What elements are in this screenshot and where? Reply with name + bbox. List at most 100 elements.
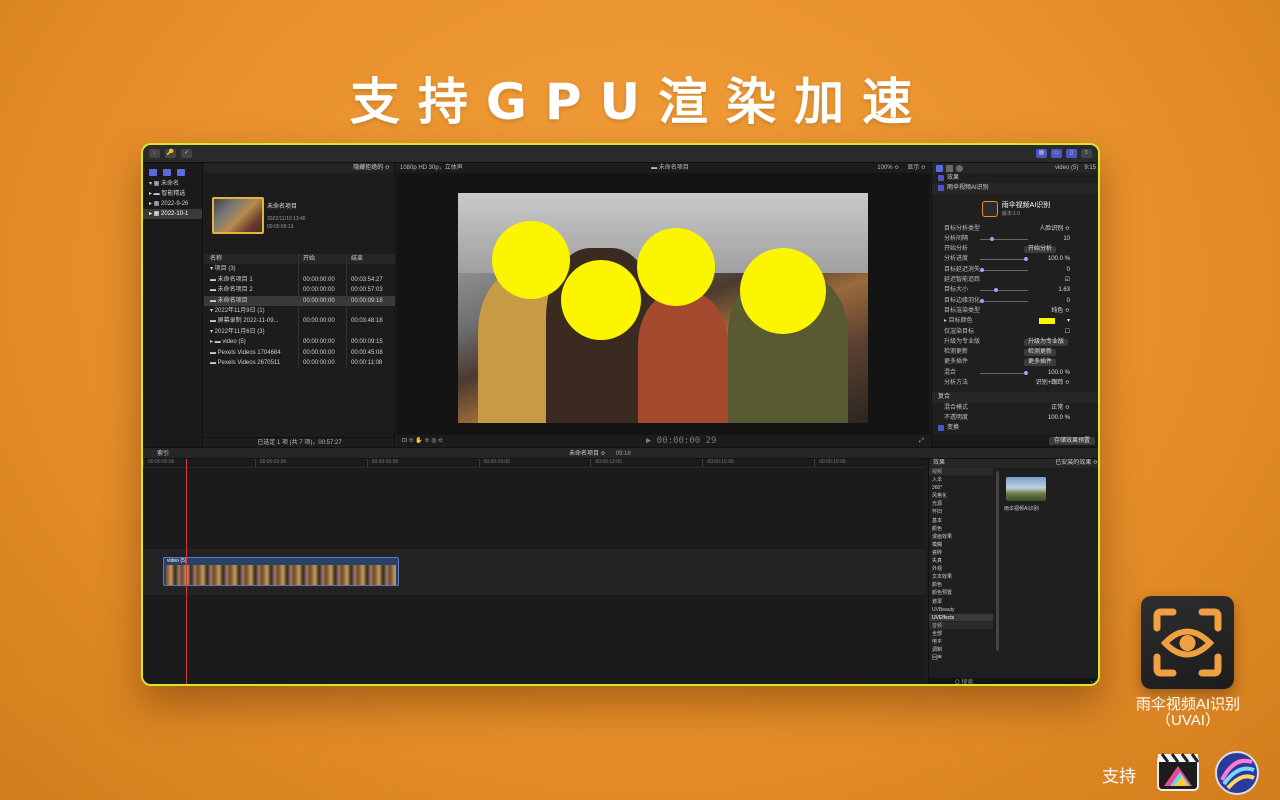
upgrade-pro-button[interactable]: 升级为专业版 — [1024, 338, 1069, 346]
timeline-ruler[interactable]: 00:00:00:00 00:00:03:00 00:00:06:00 00:0… — [143, 459, 926, 468]
list-row[interactable]: ▬ 未命名项目 00:00:00:00 00:00:09:18 — [204, 295, 395, 306]
layout-button-browser[interactable]: ▦ — [1036, 149, 1047, 158]
effect-thumbnail[interactable] — [1006, 477, 1046, 501]
param-row[interactable]: 仅渲染目标 ☐ — [932, 327, 1098, 337]
param-value[interactable]: 0 — [1067, 265, 1070, 275]
column-end[interactable]: 结束 — [346, 254, 395, 265]
effects-category-item[interactable]: 失真 — [929, 557, 993, 566]
param-value[interactable]: 识别+跟踪 ≎ — [1036, 378, 1070, 388]
effects-category-item[interactable]: 电平 — [929, 638, 993, 647]
timeline-project-popup[interactable]: 未命名项目 ≎ — [569, 448, 606, 458]
effects-category-item[interactable]: 文本效果 — [929, 573, 993, 582]
column-start[interactable]: 开始 — [298, 254, 346, 265]
filter-popup[interactable]: 隐藏拒绝的 ≎ — [204, 163, 394, 173]
effects-category-item[interactable]: 遮罩 — [929, 598, 993, 606]
effects-category-item[interactable]: 视频 — [929, 468, 993, 477]
list-row[interactable]: ▾ 项目 (3) — [204, 264, 395, 275]
param-value[interactable]: 0 — [1067, 296, 1070, 306]
composite-section[interactable]: 复合 — [932, 392, 1098, 403]
save-preset-button[interactable]: 存储效果预置 — [1048, 437, 1095, 445]
effects-category-item[interactable]: 360° — [929, 484, 993, 493]
param-row[interactable]: 目标延迟消失 0 — [932, 265, 1098, 275]
display-popup[interactable]: 显示 ≎ — [907, 163, 926, 173]
param-row[interactable]: 更多插件 更多插件 — [932, 357, 1098, 367]
background-tasks-button[interactable]: ✓ — [181, 149, 192, 158]
param-row[interactable]: 目标边缘羽化 0 — [932, 296, 1098, 306]
param-row[interactable]: 分析间隔 10 — [932, 234, 1098, 244]
video-inspector-icon[interactable] — [936, 164, 943, 172]
effects-section[interactable]: 效果 — [932, 173, 1098, 183]
layout-button-inspector[interactable]: ▯ — [1066, 149, 1077, 158]
index-button[interactable]: 索引 — [157, 448, 169, 458]
sidebar-item-library[interactable]: ▾ ▦ 未命名 — [143, 179, 202, 189]
effects-category-item[interactable]: 回声 — [929, 654, 993, 663]
list-row[interactable]: ▬ Pexels Videos 2670511 00:00:00:00 00:00:… — [204, 357, 395, 369]
param-value[interactable]: 1.63 — [1058, 285, 1070, 295]
timeline-clip[interactable]: video (5) — [163, 557, 399, 586]
share-button[interactable]: ⇪ — [1081, 149, 1092, 158]
more-plugins-button[interactable]: 更多插件 — [1024, 359, 1057, 367]
param-slider[interactable] — [980, 236, 1028, 241]
list-row[interactable]: ▸ ▬ video (5) 00:00:00:00 00:00:09:15 — [204, 337, 395, 348]
param-slider[interactable] — [980, 370, 1028, 375]
effects-category-item[interactable]: 风格化 — [929, 492, 993, 501]
filter-inspector-icon[interactable] — [946, 164, 953, 172]
param-row[interactable]: 开始分析 开始分析 — [932, 244, 1098, 254]
zoom-popup[interactable]: 100% ≎ — [877, 163, 899, 173]
effects-category-item[interactable]: 模糊 — [929, 541, 993, 549]
param-value[interactable]: 纯色 ≎ — [1051, 306, 1070, 316]
effects-search-input[interactable]: Q 搜索 — [929, 678, 1098, 684]
effects-category-item[interactable]: 全部 — [929, 630, 993, 638]
plugin-checkbox[interactable] — [938, 185, 944, 192]
list-row[interactable]: ▬ 未命名项目 2 00:00:00:00 00:00:57:03 — [204, 285, 395, 296]
playhead[interactable] — [186, 459, 187, 684]
blend-mode-popup[interactable]: 正常 ≎ — [1051, 403, 1070, 413]
start-analysis-button[interactable]: 开始分析 — [1024, 245, 1057, 253]
param-row[interactable]: 不透明度 100.0 % — [932, 413, 1098, 423]
effects-category-item[interactable]: 怀旧 — [929, 508, 993, 517]
param-row[interactable]: 混合 100.0 % — [932, 368, 1098, 378]
sidebar-item-event-1[interactable]: ▸ ▦ 2022-9-26 — [143, 199, 202, 209]
param-row[interactable]: 升级为专业版 升级为专业版 — [932, 337, 1098, 347]
param-value[interactable]: 人脸识别 ≎ — [1039, 224, 1070, 234]
param-row[interactable]: 目标分析类型 人脸识别 ≎ — [932, 224, 1098, 234]
list-row[interactable]: ▾ 2022年11月6日 (3) — [204, 326, 395, 338]
fullscreen-icon[interactable]: ⤢ — [919, 435, 924, 447]
param-slider[interactable] — [980, 257, 1028, 262]
param-slider[interactable] — [980, 288, 1028, 293]
effects-category-item[interactable]: 外观 — [929, 565, 993, 574]
transform-checkbox[interactable] — [938, 425, 944, 432]
effects-category-item[interactable]: 漫画效果 — [929, 533, 993, 541]
param-row[interactable]: 分析方法 识别+跟踪 ≎ — [932, 378, 1098, 388]
param-row[interactable]: 目标渲染类型 纯色 ≎ — [932, 306, 1098, 316]
effects-category-item[interactable]: UVBeauty — [929, 606, 993, 614]
param-row[interactable]: 混合模式 正常 ≎ — [932, 403, 1098, 413]
list-row[interactable]: ▬ 屏幕录制 2022-11-09... 00:00:00:00 00:03:48:… — [204, 316, 395, 327]
param-row[interactable]: 检测更新 检测更新 — [932, 347, 1098, 357]
effects-category-item[interactable]: 瓷砖 — [929, 549, 993, 558]
project-thumbnail[interactable] — [212, 197, 264, 234]
param-value[interactable]: 10 — [1063, 234, 1070, 244]
effects-category-item[interactable]: 光源 — [929, 500, 993, 509]
effects-category-item[interactable]: 调制 — [929, 646, 993, 655]
list-row[interactable]: ▾ 2022年11月9日 (1) — [204, 305, 395, 317]
sidebar-item-smart-collections[interactable]: ▸ ▬ 智能精选 — [143, 189, 202, 199]
info-inspector-icon[interactable] — [956, 164, 963, 172]
column-name[interactable]: 名称 — [204, 254, 298, 264]
effects-category-item[interactable]: 颜色 — [929, 525, 993, 533]
param-row[interactable]: ▸ 目标颜色 ▾ — [932, 316, 1098, 326]
installed-effects-popup[interactable]: 已安装的效果 ≎ — [1055, 459, 1098, 468]
list-row[interactable]: ▬ 未命名项目 1 00:00:00:00 00:03:54:27 — [204, 274, 395, 286]
video-frame[interactable] — [458, 193, 868, 423]
effects-checkbox[interactable] — [938, 175, 944, 182]
titles-icon[interactable] — [177, 168, 185, 176]
param-value[interactable]: ▾ — [1067, 316, 1070, 326]
effects-category-item[interactable]: 颜色 — [929, 581, 993, 590]
viewer-tools[interactable]: ⊡ ≎ ✋ ≎ ◎ ≎ — [402, 435, 443, 447]
layout-button-timeline[interactable]: ▭ — [1051, 149, 1062, 158]
param-row[interactable]: 分析进度 100.0 % — [932, 254, 1098, 264]
param-row[interactable]: 目标大小 1.63 — [932, 285, 1098, 295]
param-value[interactable]: 100.0 % — [1048, 413, 1070, 423]
effects-category-item[interactable]: 颜色预置 — [929, 589, 993, 598]
effects-category-item[interactable]: 音频 — [929, 621, 993, 630]
